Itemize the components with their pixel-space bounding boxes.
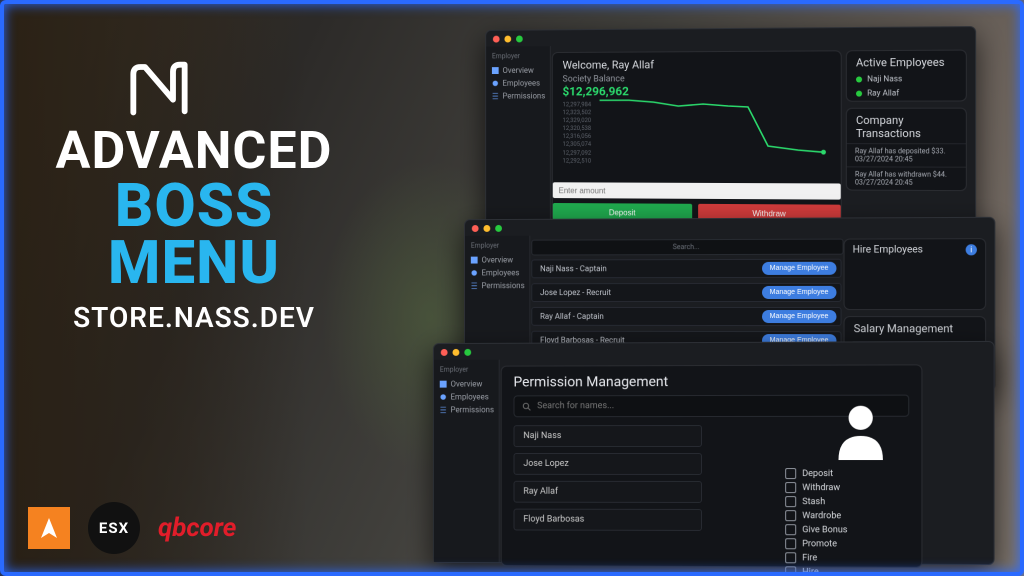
brand-row: ESX qbcore xyxy=(28,502,236,554)
manage-button[interactable]: Manage Employee xyxy=(762,262,837,275)
employee-row: Ray Allaf - CaptainManage Employee xyxy=(531,307,841,326)
employee-row: Jose Lopez - RecruitManage Employee xyxy=(531,283,841,302)
titlebar xyxy=(465,218,994,236)
permission-panel: Permission Management Search for names..… xyxy=(501,364,923,567)
minimize-icon[interactable] xyxy=(453,348,460,355)
perm-detail: Deposit Withdraw Stash Wardrobe Give Bon… xyxy=(755,400,967,576)
perm-check-fire[interactable]: Fire xyxy=(785,552,967,564)
perm-person[interactable]: Jose Lopez xyxy=(513,453,702,475)
welcome-text: Welcome, Ray Allaf xyxy=(563,57,831,71)
sidebar-header: Employer xyxy=(440,366,499,374)
zoom-icon[interactable] xyxy=(495,224,502,231)
minimize-icon[interactable] xyxy=(483,224,490,231)
perm-check-promote[interactable]: Promote xyxy=(785,538,967,550)
balance-panel: Welcome, Ray Allaf Society Balance $12,2… xyxy=(552,50,842,224)
sidebar-item-overview[interactable]: Overview xyxy=(471,254,530,267)
zoom-icon[interactable] xyxy=(516,35,523,42)
perm-check-hire[interactable]: Hire xyxy=(785,566,967,576)
tx-row: Ray Allaf has withdrawn $44. 03/27/2024 … xyxy=(847,166,966,190)
perm-check-wardrobe[interactable]: Wardrobe xyxy=(785,510,967,521)
fivem-logo-icon xyxy=(28,507,70,549)
sidebar-item-employees[interactable]: Employees xyxy=(492,77,550,90)
employee-search[interactable]: Search... xyxy=(531,239,843,256)
perm-check-deposit[interactable]: Deposit xyxy=(785,468,967,479)
window-permissions: Employer Overview Employees Permissions … xyxy=(433,341,995,565)
sidebar-item-permissions[interactable]: Permissions xyxy=(471,279,530,292)
perm-check-stash[interactable]: Stash xyxy=(785,496,967,507)
titlebar xyxy=(434,342,994,360)
sidebar: Employer Overview Employees Permissions xyxy=(434,360,500,562)
info-icon[interactable]: i xyxy=(966,244,977,255)
sidebar: Employer Overview Employees Permissions xyxy=(486,46,551,227)
perm-people-list: Naji Nass Jose Lopez Ray Allaf Floyd Bar… xyxy=(513,425,702,531)
sidebar-header: Employer xyxy=(471,242,530,250)
minimize-icon[interactable] xyxy=(504,35,511,42)
active-employee: Naji Nass xyxy=(847,72,966,87)
qbcore-logo: qbcore xyxy=(158,513,236,543)
perm-check-bonus[interactable]: Give Bonus xyxy=(785,524,967,536)
perm-check-withdraw[interactable]: Withdraw xyxy=(785,482,967,493)
perm-person[interactable]: Floyd Barbosas xyxy=(513,509,702,531)
promo-line1: ADVANCED xyxy=(34,126,354,175)
balance-chart xyxy=(600,82,829,163)
hire-panel: Hire Employees i xyxy=(844,238,987,310)
status-dot-icon xyxy=(856,76,862,82)
sidebar-header: Employer xyxy=(492,52,550,60)
active-title: Active Employees xyxy=(847,51,966,73)
promo-block: ADVANCED BOSS MENU STORE.NASS.DEV xyxy=(34,60,354,334)
close-icon[interactable] xyxy=(441,348,448,355)
avatar-icon xyxy=(830,400,891,460)
tx-row: Ray Allaf has deposited $33. 03/27/2024 … xyxy=(847,143,966,167)
perm-title: Permission Management xyxy=(502,365,922,395)
esx-logo: ESX xyxy=(88,502,140,554)
close-icon[interactable] xyxy=(493,35,500,42)
zoom-icon[interactable] xyxy=(464,348,471,355)
tx-title: Company Transactions xyxy=(847,109,966,144)
sidebar-item-permissions[interactable]: Permissions xyxy=(492,90,550,103)
nass-logo-icon xyxy=(124,60,194,120)
employee-row: Naji Nass - CaptainManage Employee xyxy=(531,259,841,279)
hire-title: Hire Employees xyxy=(853,244,923,255)
manage-button[interactable]: Manage Employee xyxy=(762,310,837,323)
sidebar-item-overview[interactable]: Overview xyxy=(440,378,499,391)
transactions-panel: Company Transactions Ray Allaf has depos… xyxy=(846,108,967,192)
salary-title: Salary Management xyxy=(845,317,986,338)
active-employee: Ray Allaf xyxy=(847,86,966,101)
sidebar-item-permissions[interactable]: Permissions xyxy=(440,403,499,416)
perm-person[interactable]: Ray Allaf xyxy=(513,481,702,503)
sidebar-item-overview[interactable]: Overview xyxy=(492,64,550,77)
amount-input[interactable] xyxy=(553,182,841,199)
sidebar-item-employees[interactable]: Employees xyxy=(471,266,530,279)
perm-person[interactable]: Naji Nass xyxy=(513,425,702,447)
close-icon[interactable] xyxy=(472,225,479,232)
active-employees-panel: Active Employees Naji Nass Ray Allaf xyxy=(846,50,967,102)
search-icon xyxy=(522,402,531,411)
manage-button[interactable]: Manage Employee xyxy=(762,286,837,299)
promo-line3: STORE.NASS.DEV xyxy=(34,301,354,334)
status-dot-icon xyxy=(856,90,862,96)
window-overview: Employer Overview Employees Permissions … xyxy=(485,26,976,232)
promo-line2: BOSS MENU xyxy=(34,177,354,291)
hero-stage: ADVANCED BOSS MENU STORE.NASS.DEV ESX qb… xyxy=(0,0,1024,576)
sidebar-item-employees[interactable]: Employees xyxy=(440,390,499,403)
